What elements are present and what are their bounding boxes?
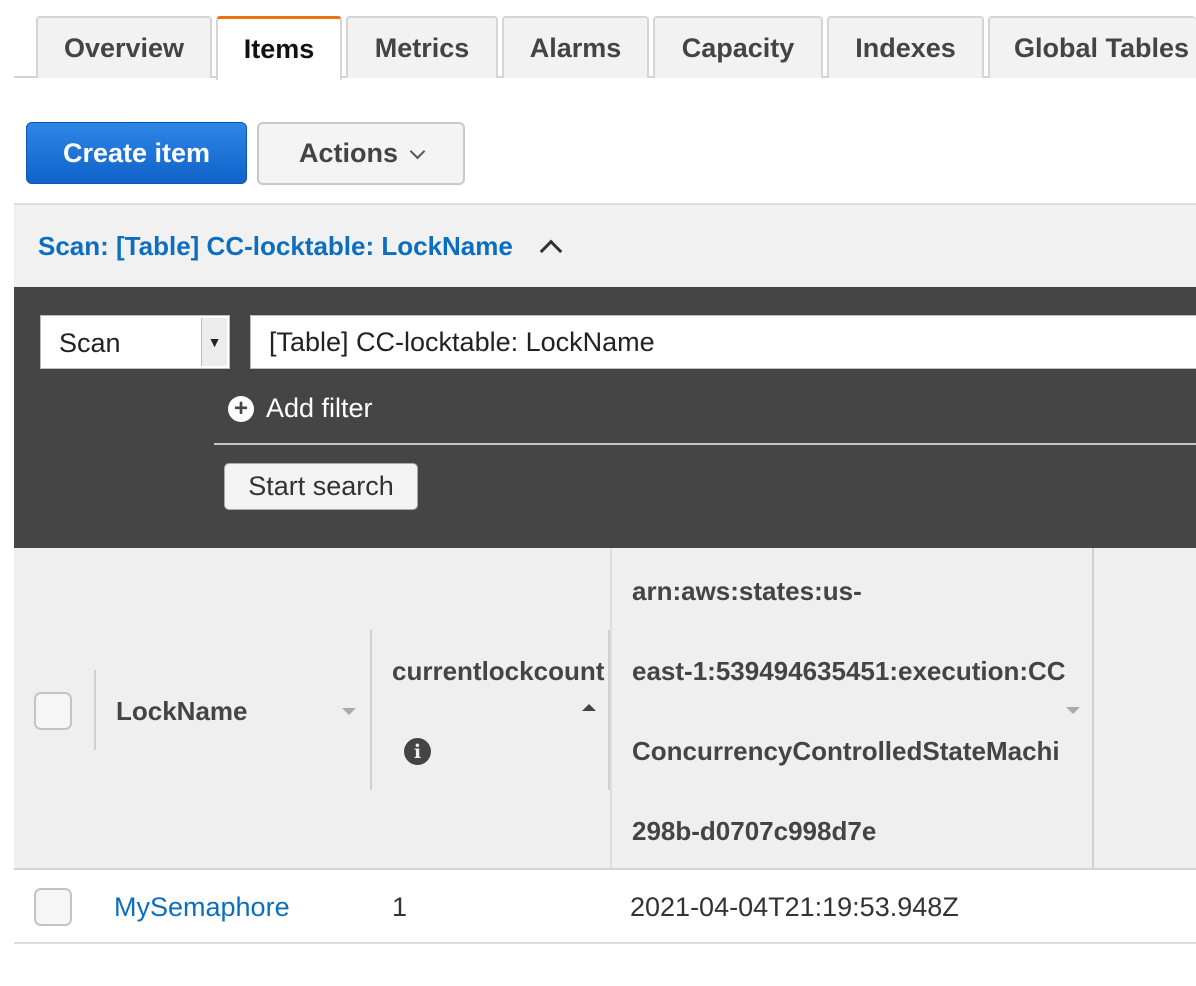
header-line: 298b-d0707c998d7e <box>632 816 877 846</box>
dropdown-arrow-icon[interactable]: ▼ <box>201 318 227 366</box>
lockname-link[interactable]: MySemaphore <box>114 892 290 923</box>
tab-metrics[interactable]: Metrics <box>346 16 498 78</box>
tab-label: Items <box>243 34 315 64</box>
sort-icon[interactable] <box>342 708 356 715</box>
tab-overview[interactable]: Overview <box>36 16 212 78</box>
table-row[interactable]: MySemaphore 1 2021-04-04T21:19:53.948Z <box>14 870 1196 944</box>
header-line: east-1:539494635451:execution:CC <box>632 656 1066 686</box>
sort-ascending-icon[interactable] <box>582 704 596 711</box>
actions-label: Actions <box>298 138 398 168</box>
tab-label: Alarms <box>529 32 622 63</box>
column-header-lockname[interactable]: LockName <box>116 696 248 727</box>
header-line: arn:aws:states:us- <box>632 576 862 606</box>
tab-label: Overview <box>63 32 185 63</box>
tab-global-tables[interactable]: Global Tables <box>988 16 1196 78</box>
execution-cell: 2021-04-04T21:19:53.948Z <box>630 892 959 922</box>
tab-capacity[interactable]: Capacity <box>653 16 823 78</box>
scan-mode-select[interactable]: Scan ▼ <box>40 315 230 369</box>
info-icon[interactable]: i <box>404 738 431 765</box>
table-index-select[interactable]: [Table] CC-locktable: LockName <box>250 315 1196 369</box>
scan-mode-value: Scan <box>59 328 121 358</box>
tab-bar: Overview Items Metrics Alarms Capacity I… <box>14 0 1196 80</box>
row-checkbox[interactable] <box>34 888 72 926</box>
sort-icon[interactable] <box>1066 707 1080 714</box>
chevron-up-icon[interactable] <box>539 239 563 263</box>
column-separator <box>370 630 372 790</box>
column-separator <box>94 670 96 750</box>
scan-panel: Scan ▼ [Table] CC-locktable: LockName + … <box>14 287 1196 548</box>
tab-alarms[interactable]: Alarms <box>502 16 649 78</box>
tab-indexes[interactable]: Indexes <box>827 16 984 78</box>
add-filter-label: Add filter <box>266 393 373 423</box>
divider <box>214 443 1196 445</box>
column-header-currentlockcount[interactable]: currentlockcount <box>392 656 604 687</box>
create-item-button[interactable]: Create item <box>26 122 247 184</box>
header-line: ConcurrencyControlledStateMachi <box>632 736 1060 766</box>
column-separator <box>610 548 612 868</box>
scan-section-title[interactable]: Scan: [Table] CC-locktable: LockName <box>38 231 513 262</box>
tab-label: Global Tables <box>1014 32 1190 63</box>
tab-label: Metrics <box>374 32 470 63</box>
tab-label: Indexes <box>855 32 956 63</box>
start-search-button[interactable]: Start search <box>224 463 418 510</box>
select-all-checkbox[interactable] <box>34 692 72 730</box>
actions-dropdown-button[interactable]: Actions <box>257 122 465 185</box>
plus-circle-icon: + <box>228 395 254 422</box>
tab-label: Capacity <box>681 32 795 63</box>
chevron-down-icon <box>409 143 426 160</box>
table-header: LockName currentlockcount i arn:aws:stat… <box>14 548 1196 870</box>
column-separator <box>1092 548 1094 868</box>
scan-section-header[interactable]: Scan: [Table] CC-locktable: LockName <box>14 203 1196 287</box>
column-header-execution[interactable]: arn:aws:states:us- east-1:539494635451:e… <box>632 548 1096 868</box>
add-filter-link[interactable]: + Add filter <box>228 393 373 424</box>
tab-items[interactable]: Items <box>216 16 342 80</box>
currentlockcount-cell: 1 <box>392 892 408 922</box>
column-header-clip: currentlockcount <box>392 652 610 692</box>
